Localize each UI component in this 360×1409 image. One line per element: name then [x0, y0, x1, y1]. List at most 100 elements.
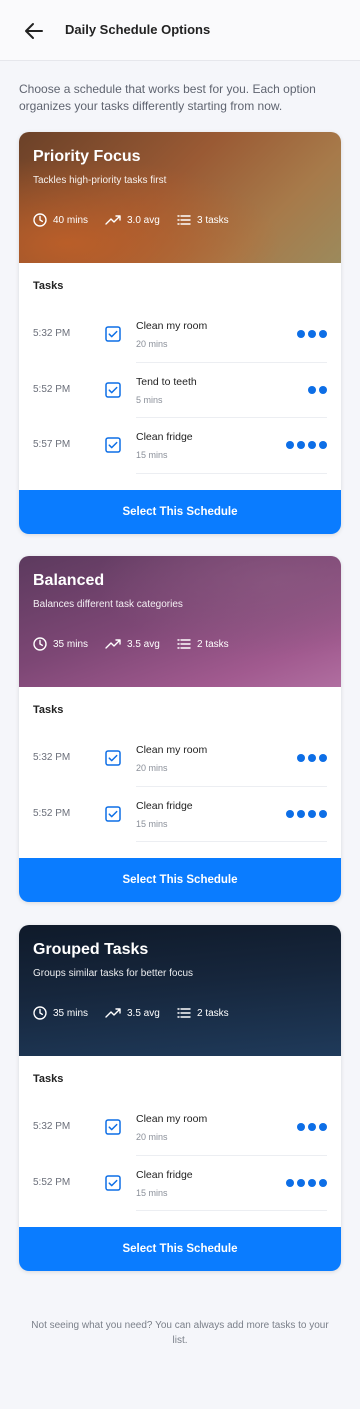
- priority-dot: [308, 809, 316, 818]
- priority-dots: [283, 441, 327, 449]
- task-time: 5:32 PM: [33, 328, 71, 339]
- row-divider: [136, 1210, 327, 1211]
- priority-dot: [319, 754, 327, 762]
- schedule-card-grouped-tasks: Grouped Tasks Groups similar tasks for b…: [19, 925, 341, 1271]
- card-subtitle: Tackles high-priority tasks first: [33, 175, 167, 186]
- priority-dot: [319, 809, 327, 818]
- priority-dot: [297, 1178, 305, 1187]
- priority-dot: [308, 1178, 316, 1187]
- task-row: 5:57 PM Clean fridge 15 mins: [19, 418, 341, 474]
- priority-dot: [308, 330, 316, 338]
- task-duration: 20 mins: [136, 339, 168, 349]
- task-time: 5:57 PM: [33, 439, 71, 450]
- top-bar: Daily Schedule Options: [0, 0, 360, 61]
- task-name: Clean fridge: [136, 1168, 193, 1181]
- priority-dot: [286, 1178, 294, 1187]
- task-time: 5:52 PM: [33, 807, 71, 819]
- list-icon: [177, 215, 191, 225]
- task-duration: 20 mins: [136, 1132, 168, 1142]
- checkbox-checked-icon[interactable]: [105, 805, 121, 822]
- intro-text: Choose a schedule that works best for yo…: [19, 82, 316, 113]
- priority-dot: [297, 809, 305, 818]
- stat-duration-text: 40 mins: [53, 214, 89, 226]
- checkbox-checked-icon[interactable]: [105, 1174, 121, 1191]
- stat-average: 3.0 avg: [105, 212, 160, 228]
- row-divider: [136, 841, 327, 842]
- task-duration: 20 mins: [136, 763, 168, 773]
- task-time: 5:52 PM: [33, 383, 71, 395]
- priority-dot: [308, 754, 316, 762]
- stat-duration-text: 35 mins: [53, 1007, 89, 1019]
- card-title: Grouped Tasks: [33, 941, 149, 958]
- stat-task-count-text: 2 tasks: [197, 1007, 229, 1019]
- card-hero: Balanced Balances different task categor…: [19, 556, 341, 687]
- arrow-left-icon[interactable]: [22, 19, 46, 43]
- clock-icon: [33, 1006, 47, 1020]
- tasks-heading: Tasks: [33, 704, 64, 716]
- task-row: 5:52 PM Clean fridge 15 mins: [19, 787, 341, 843]
- task-time: 5:32 PM: [33, 1121, 71, 1132]
- stat-duration-text: 35 mins: [53, 638, 89, 650]
- stat-average: 3.5 avg: [105, 1005, 160, 1021]
- footer-hint: Not seeing what you need? You can always…: [31, 1320, 329, 1346]
- task-time: 5:32 PM: [33, 752, 71, 763]
- priority-dots: [294, 754, 327, 762]
- tasks-heading: Tasks: [33, 1073, 64, 1085]
- clock-icon: [33, 213, 47, 227]
- select-schedule-button[interactable]: Select This Schedule: [19, 858, 341, 902]
- stat-duration: 40 mins: [33, 212, 88, 228]
- stat-task-count: 2 tasks: [177, 1005, 229, 1021]
- card-hero: Priority Focus Tackles high-priority tas…: [19, 132, 341, 263]
- page-title: Daily Schedule Options: [65, 22, 211, 37]
- priority-dots: [283, 809, 327, 818]
- task-row: 5:32 PM Clean my room 20 mins: [19, 1100, 341, 1156]
- priority-dot: [297, 441, 305, 449]
- trending-up-icon: [105, 639, 121, 649]
- stat-average-text: 3.0 avg: [127, 214, 160, 226]
- task-name: Tend to teeth: [136, 375, 197, 388]
- priority-dot: [308, 1123, 316, 1131]
- trending-up-icon: [105, 1008, 121, 1018]
- priority-dot: [319, 1123, 327, 1131]
- checkbox-checked-icon[interactable]: [105, 437, 121, 453]
- priority-dots: [305, 385, 327, 394]
- priority-dot: [319, 385, 327, 394]
- priority-dots: [294, 330, 327, 338]
- checkbox-checked-icon[interactable]: [105, 750, 121, 766]
- checkbox-checked-icon[interactable]: [105, 381, 121, 398]
- priority-dot: [308, 385, 316, 394]
- list-icon: [177, 639, 191, 649]
- task-row: 5:52 PM Clean fridge 15 mins: [19, 1156, 341, 1212]
- checkbox-checked-icon[interactable]: [105, 326, 121, 342]
- task-name: Clean fridge: [136, 431, 193, 443]
- stat-task-count-text: 3 tasks: [197, 214, 229, 226]
- task-name: Clean my room: [136, 320, 208, 332]
- select-schedule-button[interactable]: Select This Schedule: [19, 490, 341, 534]
- task-row: 5:32 PM Clean my room 20 mins: [19, 307, 341, 363]
- checkbox-checked-icon[interactable]: [105, 1119, 121, 1135]
- card-subtitle: Groups similar tasks for better focus: [33, 968, 194, 979]
- card-title: Priority Focus: [33, 148, 141, 165]
- priority-dot: [286, 809, 294, 818]
- schedule-card-priority-focus: Priority Focus Tackles high-priority tas…: [19, 132, 341, 534]
- select-schedule-button[interactable]: Select This Schedule: [19, 1227, 341, 1271]
- list-icon: [177, 1008, 191, 1018]
- tasks-heading: Tasks: [33, 280, 64, 292]
- stat-duration: 35 mins: [33, 1005, 88, 1021]
- task-duration: 15 mins: [136, 1187, 168, 1198]
- task-name: Clean fridge: [136, 799, 193, 812]
- priority-dots: [294, 1123, 327, 1131]
- priority-dot: [297, 754, 305, 762]
- task-time: 5:52 PM: [33, 1176, 71, 1188]
- stat-average-text: 3.5 avg: [127, 638, 160, 650]
- stat-average: 3.5 avg: [105, 636, 160, 652]
- task-duration: 5 mins: [136, 394, 163, 405]
- card-subtitle: Balances different task categories: [33, 599, 183, 610]
- card-hero: Grouped Tasks Groups similar tasks for b…: [19, 925, 341, 1056]
- stat-average-text: 3.5 avg: [127, 1007, 160, 1019]
- priority-dot: [308, 441, 316, 449]
- priority-dot: [319, 330, 327, 338]
- stat-task-count: 2 tasks: [177, 636, 229, 652]
- priority-dot: [297, 330, 305, 338]
- task-name: Clean my room: [136, 744, 208, 756]
